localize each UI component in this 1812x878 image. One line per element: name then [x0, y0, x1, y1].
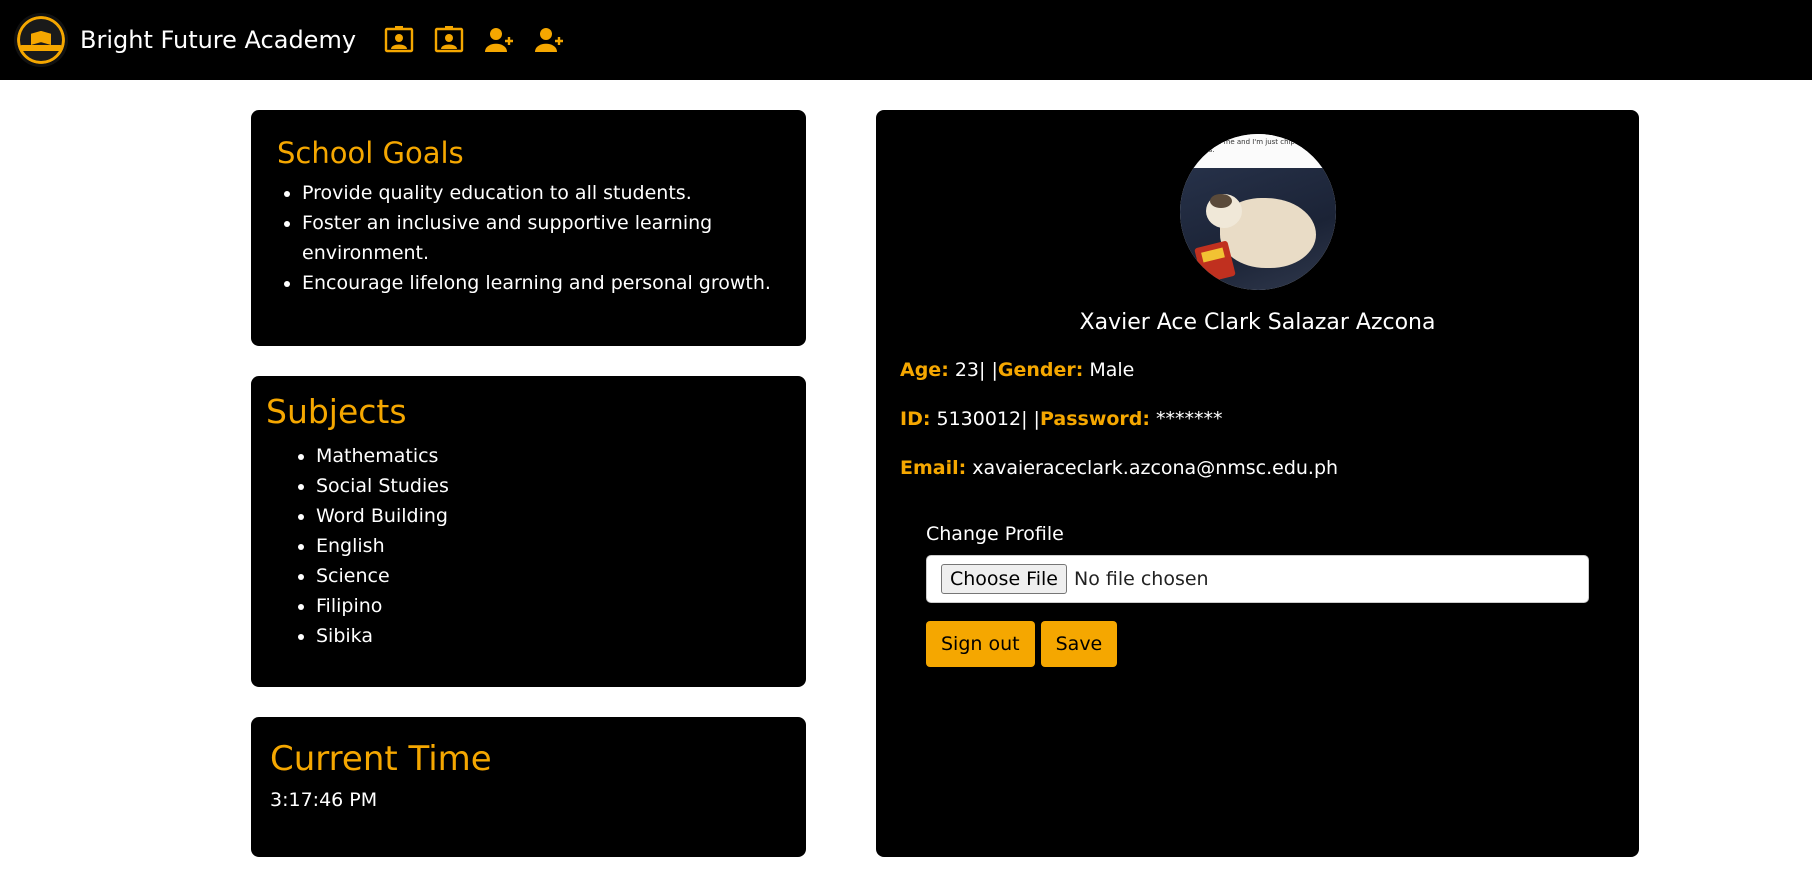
school-goals-list: Provide quality education to all student… — [302, 178, 780, 298]
academy-logo[interactable] — [14, 13, 68, 67]
file-input[interactable]: Choose File No file chosen — [926, 555, 1589, 603]
profile-card: ing on me and I'm just chips like this. … — [876, 110, 1639, 857]
profile-name: Xavier Ace Clark Salazar Azcona — [1079, 310, 1436, 335]
avatar: ing on me and I'm just chips like this. — [1179, 134, 1336, 290]
list-item: Social Studies — [316, 471, 791, 501]
teacher-board-icon[interactable] — [382, 23, 416, 57]
age-gender-row: Age: 23| |Gender: Male — [900, 359, 1615, 381]
email-label: Email: — [900, 457, 967, 479]
age-label: Age: — [900, 359, 949, 381]
id-value: 5130012| | — [930, 408, 1040, 430]
email-value: xavaieraceclark.azcona@nmsc.edu.ph — [966, 457, 1339, 479]
action-buttons: Sign out Save — [926, 621, 1589, 667]
id-password-row: ID: 5130012| |Password: ******* — [900, 408, 1615, 430]
subjects-list: Mathematics Social Studies Word Building… — [316, 441, 791, 651]
list-item: Foster an inclusive and supportive learn… — [302, 208, 780, 268]
sign-out-button[interactable]: Sign out — [926, 621, 1035, 667]
list-item: Filipino — [316, 591, 791, 621]
list-item: Provide quality education to all student… — [302, 178, 780, 208]
change-profile-label: Change Profile — [926, 523, 1064, 545]
school-goals-card: School Goals Provide quality education t… — [251, 110, 806, 346]
id-label: ID: — [900, 408, 931, 430]
subjects-title: Subjects — [266, 392, 407, 431]
brand-name[interactable]: Bright Future Academy — [80, 26, 356, 54]
list-item: English — [316, 531, 791, 561]
school-goals-title: School Goals — [277, 136, 464, 170]
choose-file-button[interactable]: Choose File — [941, 564, 1067, 594]
list-item: Mathematics — [316, 441, 791, 471]
gender-label: Gender: — [997, 359, 1084, 381]
change-profile-section: Change Profile Choose File No file chose… — [926, 523, 1589, 667]
email-row: Email: xavaieraceclark.azcona@nmsc.edu.p… — [900, 457, 1615, 479]
list-item: Sibika — [316, 621, 791, 651]
top-navbar: Bright Future Academy — [0, 0, 1812, 80]
save-button[interactable]: Save — [1040, 621, 1118, 667]
subjects-card: Subjects Mathematics Social Studies Word… — [251, 376, 806, 687]
student-board-icon[interactable] — [432, 23, 466, 57]
list-item: Word Building — [316, 501, 791, 531]
age-value: 23| | — [948, 359, 998, 381]
add-user-icon[interactable] — [532, 23, 566, 57]
current-time-title: Current Time — [270, 739, 492, 779]
password-value: ******* — [1150, 408, 1223, 430]
gender-value: Male — [1083, 359, 1135, 381]
file-status: No file chosen — [1073, 568, 1209, 590]
list-item: Science — [316, 561, 791, 591]
current-time-value: 3:17:46 PM — [270, 789, 378, 811]
current-time-card: Current Time 3:17:46 PM — [251, 717, 806, 857]
add-user-icon[interactable] — [482, 23, 516, 57]
list-item: Encourage lifelong learning and personal… — [302, 268, 780, 298]
photo-caption: ing on me and I'm just chips like this. — [1179, 134, 1336, 168]
password-label: Password: — [1039, 408, 1150, 430]
